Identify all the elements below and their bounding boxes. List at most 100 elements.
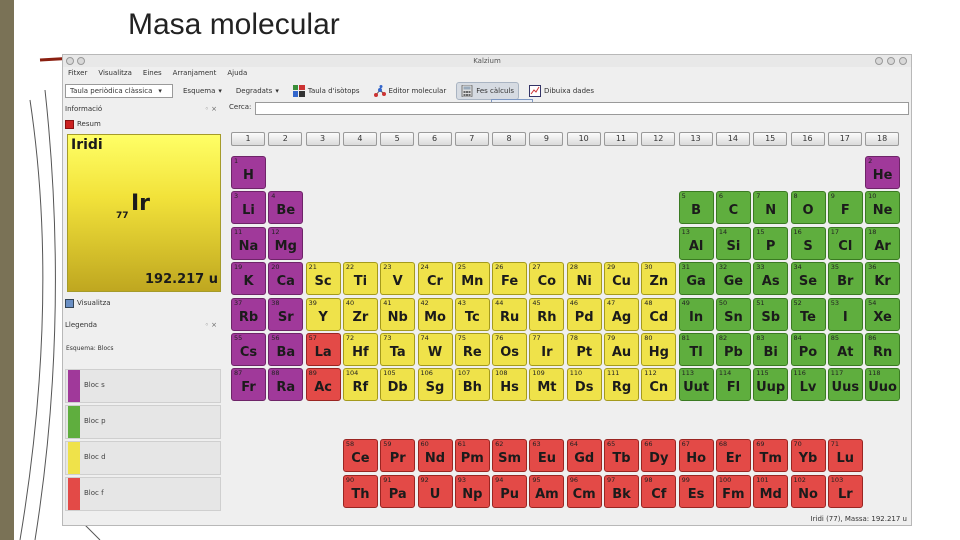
- element-cell[interactable]: 106 Sg: [417, 368, 453, 401]
- element-cell[interactable]: 3 Li: [231, 191, 266, 224]
- element-cell[interactable]: 101 Md: [753, 475, 789, 508]
- element-cell[interactable]: 48 Cd: [641, 298, 677, 331]
- element-cell[interactable]: 67 Ho: [678, 439, 714, 472]
- element-cell[interactable]: 27 Co: [529, 262, 565, 295]
- element-cell[interactable]: 82 Pb: [715, 333, 751, 366]
- panel-controls-icon[interactable]: ◦ ×: [205, 103, 217, 115]
- element-cell[interactable]: 8O: [790, 191, 826, 224]
- element-cell[interactable]: 99 Es: [678, 475, 714, 508]
- element-cell[interactable]: 22 Ti: [342, 262, 378, 295]
- element-cell[interactable]: 36 Kr: [865, 262, 901, 295]
- group-header[interactable]: 7: [454, 132, 489, 146]
- element-cell[interactable]: 6C: [715, 191, 751, 224]
- element-cell[interactable]: 12 Mg: [268, 227, 304, 260]
- element-cell[interactable]: 63 Eu: [529, 439, 565, 472]
- element-cell[interactable]: 70 Yb: [790, 439, 826, 472]
- element-cell[interactable]: 43 Tc: [454, 298, 490, 331]
- menu-settings[interactable]: Arranjament: [173, 67, 217, 80]
- panel-controls-icon[interactable]: ◦ ×: [205, 319, 217, 331]
- element-cell[interactable]: 72 Hf: [342, 333, 378, 366]
- element-cell[interactable]: 98 Cf: [641, 475, 677, 508]
- element-cell[interactable]: 83 Bi: [753, 333, 789, 366]
- element-cell[interactable]: 71 Lu: [827, 439, 863, 472]
- window-pin-icon[interactable]: [77, 57, 85, 65]
- element-cell[interactable]: 76 Os: [492, 333, 528, 366]
- element-cell[interactable]: 31 Ga: [678, 262, 714, 295]
- element-cell[interactable]: 34 Se: [790, 262, 826, 295]
- element-cell[interactable]: 75 Re: [454, 333, 490, 366]
- element-cell[interactable]: 5B: [678, 191, 714, 224]
- element-cell[interactable]: 45 Rh: [529, 298, 565, 331]
- element-cell[interactable]: 92 U: [417, 475, 453, 508]
- element-cell[interactable]: 107 Bh: [454, 368, 490, 401]
- element-cell[interactable]: 32 Ge: [715, 262, 751, 295]
- element-cell[interactable]: 110 Ds: [566, 368, 602, 401]
- element-cell[interactable]: 25 Mn: [454, 262, 490, 295]
- element-cell[interactable]: 28 Ni: [566, 262, 602, 295]
- element-cell[interactable]: 64 Gd: [566, 439, 602, 472]
- element-cell[interactable]: 80 Hg: [641, 333, 677, 366]
- element-cell[interactable]: 79 Au: [604, 333, 639, 366]
- element-cell[interactable]: 11 Na: [231, 227, 266, 260]
- element-cell[interactable]: 15 P: [753, 227, 789, 260]
- element-cell[interactable]: 21 Sc: [305, 262, 341, 295]
- group-header[interactable]: 12: [641, 132, 676, 146]
- element-cell[interactable]: 13 Al: [678, 227, 714, 260]
- element-cell[interactable]: 39 Y: [305, 298, 341, 331]
- element-cell[interactable]: 88 Ra: [268, 368, 304, 401]
- menu-help[interactable]: Ajuda: [227, 67, 247, 80]
- element-cell[interactable]: 30 Zn: [641, 262, 677, 295]
- plot-data-button[interactable]: Dibuixa dades: [525, 82, 598, 100]
- group-header[interactable]: 18: [865, 132, 900, 146]
- element-cell[interactable]: 100 Fm: [715, 475, 751, 508]
- element-cell[interactable]: 54 Xe: [865, 298, 901, 331]
- element-cell[interactable]: 4 Be: [268, 191, 304, 224]
- group-header[interactable]: 1: [231, 132, 265, 146]
- element-cell[interactable]: 41 Nb: [380, 298, 416, 331]
- element-cell[interactable]: 46 Pd: [566, 298, 602, 331]
- element-cell[interactable]: 68 Er: [715, 439, 751, 472]
- element-cell[interactable]: 37 Rb: [231, 298, 266, 331]
- element-cell[interactable]: 84 Po: [790, 333, 826, 366]
- summary-tab[interactable]: Resum: [65, 118, 101, 130]
- element-cell[interactable]: 47 Ag: [604, 298, 639, 331]
- element-cell[interactable]: 42 Mo: [417, 298, 453, 331]
- element-cell[interactable]: 38 Sr: [268, 298, 304, 331]
- minimize-icon[interactable]: [875, 57, 883, 65]
- menu-tools[interactable]: Eines: [143, 67, 162, 80]
- element-cell[interactable]: 24 Cr: [417, 262, 453, 295]
- element-cell[interactable]: 97 Bk: [604, 475, 639, 508]
- element-cell[interactable]: 91 Pa: [380, 475, 416, 508]
- element-cell[interactable]: 117 Uus: [827, 368, 863, 401]
- element-cell[interactable]: 9F: [827, 191, 863, 224]
- element-cell[interactable]: 19 K: [231, 262, 266, 295]
- element-cell[interactable]: 93 Np: [454, 475, 490, 508]
- element-cell[interactable]: 23 V: [380, 262, 416, 295]
- element-cell[interactable]: 35 Br: [827, 262, 863, 295]
- element-cell[interactable]: 85 At: [827, 333, 863, 366]
- element-cell[interactable]: 66 Dy: [641, 439, 677, 472]
- group-header[interactable]: 14: [715, 132, 750, 146]
- element-cell[interactable]: 51 Sb: [753, 298, 789, 331]
- element-cell[interactable]: 65 Tb: [604, 439, 639, 472]
- group-header[interactable]: 4: [342, 132, 377, 146]
- group-header[interactable]: 3: [305, 132, 340, 146]
- view-tab[interactable]: Visualitza: [65, 297, 111, 309]
- element-cell[interactable]: 116 Lv: [790, 368, 826, 401]
- element-cell[interactable]: 118 Uuo: [865, 368, 901, 401]
- element-cell[interactable]: 111 Rg: [604, 368, 639, 401]
- element-cell[interactable]: 7N: [753, 191, 789, 224]
- element-cell[interactable]: 1H: [231, 156, 266, 189]
- element-cell[interactable]: 86 Rn: [865, 333, 901, 366]
- close-icon[interactable]: [899, 57, 907, 65]
- calculate-button[interactable]: Fes càlculs: [456, 82, 520, 100]
- menu-view[interactable]: Visualitza: [98, 67, 132, 80]
- element-cell[interactable]: 26 Fe: [492, 262, 528, 295]
- element-cell[interactable]: 16 S: [790, 227, 826, 260]
- element-cell[interactable]: 94 Pu: [492, 475, 528, 508]
- element-cell[interactable]: 112 Cn: [641, 368, 677, 401]
- element-cell[interactable]: 2 He: [865, 156, 901, 189]
- element-cell[interactable]: 81 Tl: [678, 333, 714, 366]
- element-cell[interactable]: 105 Db: [380, 368, 416, 401]
- group-header[interactable]: 10: [566, 132, 601, 146]
